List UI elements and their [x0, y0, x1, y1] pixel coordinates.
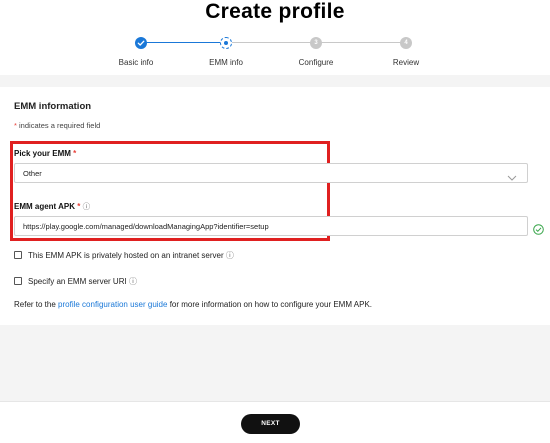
apk-required-star: * — [77, 202, 81, 211]
step-2-active-icon — [220, 37, 232, 49]
intranet-checkbox-row[interactable]: This EMM APK is privately hosted on an i… — [14, 250, 314, 262]
step-2-label[interactable]: EMM info — [209, 58, 243, 67]
apk-label-text: EMM agent APK — [14, 202, 76, 211]
stepper-line-3 — [318, 42, 405, 43]
info-icon[interactable]: ⓘ — [83, 202, 91, 211]
intranet-checkbox[interactable] — [14, 251, 22, 259]
emm-info-card: EMM information * indicates a required f… — [0, 87, 550, 325]
intranet-checkbox-label: This EMM APK is privately hosted on an i… — [28, 250, 234, 261]
section-title: EMM information — [14, 101, 92, 112]
refer-text: Refer to the profile configuration user … — [14, 300, 372, 309]
emm-select-value: Other — [23, 169, 42, 178]
step-3-label: Configure — [298, 58, 334, 67]
emm-select[interactable]: Other — [14, 163, 528, 183]
server-uri-checkbox[interactable] — [14, 277, 22, 285]
step-1-check-icon — [135, 37, 147, 49]
profile-guide-link[interactable]: profile configuration user guide — [58, 300, 167, 309]
chevron-down-icon — [507, 169, 517, 187]
step-3-number: 3 — [310, 37, 322, 49]
required-note-text: indicates a required field — [19, 121, 101, 130]
footer: NEXT — [0, 401, 550, 443]
refer-prefix: Refer to the — [14, 300, 56, 309]
server-uri-checkbox-label: Specify an EMM server URI ⓘ — [28, 276, 137, 287]
info-icon[interactable]: ⓘ — [129, 277, 137, 286]
stepper-line-1 — [147, 42, 226, 43]
step-4-label: Review — [392, 58, 420, 67]
apk-url-input[interactable]: https://play.google.com/managed/download… — [14, 216, 528, 236]
intranet-checkbox-text: This EMM APK is privately hosted on an i… — [28, 251, 224, 260]
server-uri-checkbox-row[interactable]: Specify an EMM server URI ⓘ — [14, 276, 214, 288]
info-icon[interactable]: ⓘ — [226, 251, 234, 260]
next-button[interactable]: NEXT — [241, 414, 300, 434]
valid-check-icon — [533, 222, 544, 240]
emm-required-star: * — [73, 149, 77, 158]
page-title: Create profile — [205, 0, 345, 23]
server-uri-checkbox-text: Specify an EMM server URI — [28, 277, 127, 286]
progress-stepper: 3 4 Basic info EMM info Configure Review — [0, 35, 550, 71]
emm-label-text: Pick your EMM — [14, 149, 71, 158]
refer-suffix: for more information on how to configure… — [169, 300, 372, 309]
step-1-label[interactable]: Basic info — [119, 58, 154, 67]
apk-label: EMM agent APK * ⓘ — [14, 201, 90, 212]
required-star: * — [14, 121, 17, 130]
apk-url-value: https://play.google.com/managed/download… — [23, 222, 269, 231]
emm-label: Pick your EMM * — [14, 149, 76, 158]
step-4-number: 4 — [400, 37, 412, 49]
required-note: * indicates a required field — [14, 121, 100, 130]
header: Create profile 3 4 Basic info EMM info C… — [0, 0, 550, 75]
stepper-line-2 — [232, 42, 312, 43]
